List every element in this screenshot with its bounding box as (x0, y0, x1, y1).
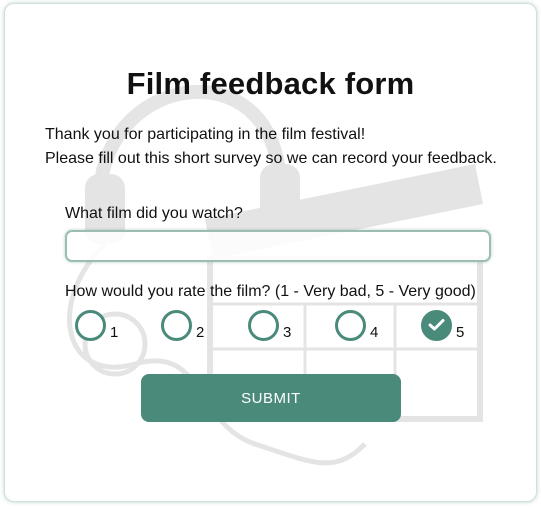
intro-line-2: Please fill out this short survey so we … (45, 150, 497, 167)
feedback-card: Film feedback form Thank you for partici… (4, 3, 537, 502)
radio-1[interactable] (75, 310, 106, 341)
rating-option-1[interactable]: 1 (75, 307, 135, 343)
rating-label-2: 2 (196, 324, 205, 341)
checkmark-icon (428, 319, 445, 331)
submit-button[interactable]: SUBMIT (141, 374, 401, 422)
radio-5[interactable] (421, 310, 452, 341)
rating-question-label: How would you rate the film? (1 - Very b… (65, 283, 476, 300)
radio-2[interactable] (161, 310, 192, 341)
rating-label-1: 1 (110, 324, 119, 341)
film-input[interactable] (65, 230, 491, 262)
rating-group: 1 2 3 4 5 (5, 307, 536, 347)
rating-option-5[interactable]: 5 (421, 307, 481, 343)
film-question-label: What film did you watch? (65, 205, 243, 222)
form-title: Film feedback form (126, 66, 415, 101)
intro-line-1: Thank you for participating in the film … (45, 126, 366, 143)
rating-label-3: 3 (283, 324, 292, 341)
rating-label-4: 4 (370, 324, 379, 341)
rating-option-4[interactable]: 4 (335, 307, 395, 343)
intro-text: Thank you for participating in the film … (45, 123, 497, 171)
radio-3[interactable] (248, 310, 279, 341)
rating-option-2[interactable]: 2 (161, 307, 221, 343)
radio-4[interactable] (335, 310, 366, 341)
rating-option-3[interactable]: 3 (248, 307, 308, 343)
rating-label-5: 5 (456, 324, 465, 341)
